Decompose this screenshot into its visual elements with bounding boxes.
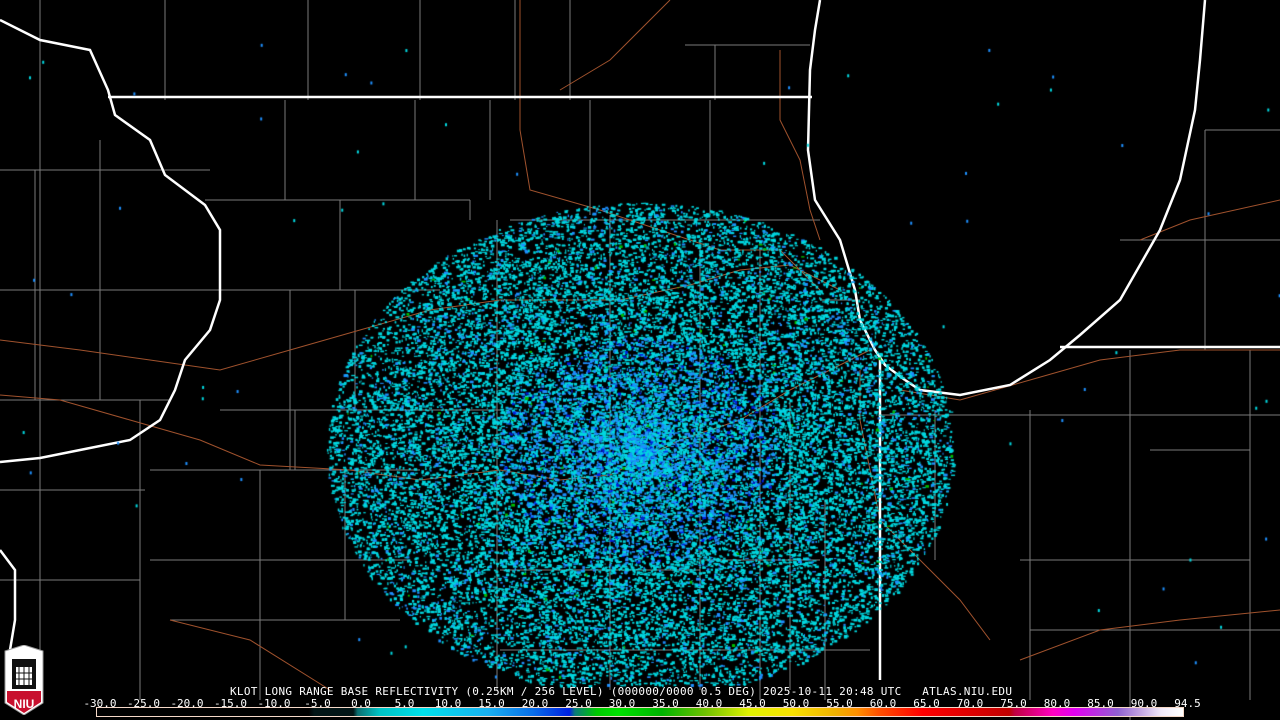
- svg-text:NIU: NIU: [14, 697, 35, 711]
- niu-castle-logo-icon: NIU: [4, 645, 44, 715]
- reflectivity-color-bar: [96, 707, 1184, 717]
- reflectivity-echoes: [0, 0, 1280, 720]
- radar-display: NIU KLOT LONG RANGE BASE REFLECTIVITY (0…: [0, 0, 1280, 720]
